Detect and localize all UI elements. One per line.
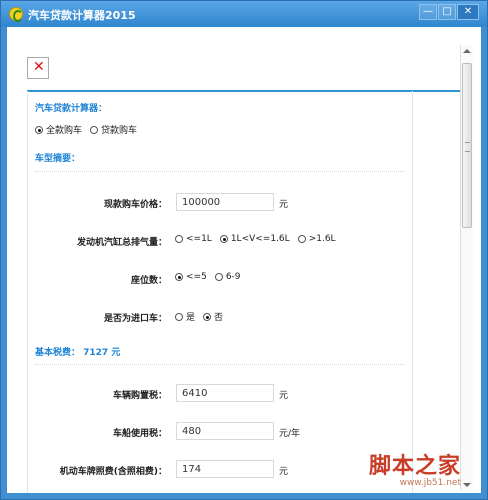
displacement-options: <=1L 1L<V<=1.6L >1.6L [175,234,336,244]
radio-seats-2[interactable]: 6-9 [214,272,241,282]
radio-indicator [175,312,183,321]
radio-label: <=1L [186,234,212,244]
imported-row: 是否为进口车： 是 否 [35,306,405,326]
vehicle-tax-input[interactable]: 480 [176,422,274,440]
radio-indicator [297,235,306,243]
seats-row: 座位数： <=5 6-9 [35,268,405,288]
radio-loan-payment-indicator [90,125,99,134]
scroll-up-icon[interactable] [463,49,471,53]
window-title: 汽车贷款计算器2015 [28,9,136,22]
basic-tax-summary: 基本税费： 7127 元 [35,348,121,358]
radio-indicator [203,312,212,321]
purchase-tax-label: 车辆购置税： [112,391,167,401]
radio-label: 是 [186,313,196,323]
watermark: 脚本之家 www.jb51.net [369,454,461,488]
radio-label: 1L<V<=1.6L [230,234,290,244]
window-bottom-border [1,493,487,499]
radio-seats-1[interactable]: <=5 [175,272,207,282]
registration-fee-unit: 元 [279,467,289,477]
radio-indicator [175,235,183,243]
calculator-header: 汽车贷款计算器： [35,104,108,114]
vehicle-tax-label: 车船使用税： [112,429,167,439]
watermark-site: www.jb51.net [399,478,461,488]
vertical-scrollbar[interactable] [460,45,473,490]
radio-full-payment-label: 全款购车 [46,126,83,136]
radio-indicator [214,273,223,281]
price-unit: 元 [279,200,289,210]
car-summary-header: 车型摘要： [35,154,81,164]
imported-label: 是否为进口车： [103,314,167,324]
radio-full-payment-indicator [35,125,43,134]
imported-options: 是 否 [175,310,223,323]
section-divider [35,364,405,365]
radio-label: 6-9 [225,272,241,282]
seats-options: <=5 6-9 [175,272,241,282]
displacement-label: 发动机汽缸总排气量： [76,238,167,248]
radio-imported-yes[interactable]: 是 [175,310,195,323]
radio-displacement-3[interactable]: >1.6L [297,234,336,244]
price-input[interactable]: 100000 [176,193,274,211]
price-label: 现款购车价格： [103,200,167,210]
app-icon [9,7,23,22]
vehicle-tax-row: 车船使用税： 480 元/年 [35,421,405,441]
radio-indicator [175,273,183,281]
section-divider [35,171,405,172]
scroll-down-icon[interactable] [463,483,471,487]
displacement-row: 发动机汽缸总排气量： <=1L 1L<V<=1.6L >1.6L [35,230,405,250]
radio-full-payment[interactable]: 全款购车 [35,123,82,136]
watermark-title: 脚本之家 [368,453,461,479]
purchase-tax-row: 车辆购置税： 6410 元 [35,383,405,403]
minimize-button[interactable]: — [419,4,437,20]
radio-displacement-1[interactable]: <=1L [175,234,212,244]
app-window: 汽车贷款计算器2015 — □ ✕ ✕ 汽车贷款计算器： 全款购车 贷款购车 车… [0,0,488,500]
purchase-type-options: 全款购车 贷款购车 [35,123,137,136]
radio-label: 否 [214,313,224,323]
purchase-type-row: 全款购车 贷款购车 [35,119,405,137]
client-area: ✕ 汽车贷款计算器： 全款购车 贷款购车 车型摘要： 现款购车价格： 10000… [7,27,481,495]
purchase-tax-unit: 元 [279,391,289,401]
maximize-button[interactable]: □ [438,4,456,20]
purchase-tax-input[interactable]: 6410 [176,384,274,402]
registration-fee-row: 机动车牌照费(含照相费)： 174 元 [35,459,405,479]
radio-displacement-2[interactable]: 1L<V<=1.6L [219,234,290,244]
seats-label: 座位数： [130,276,167,286]
registration-fee-input[interactable]: 174 [176,460,274,478]
radio-indicator [219,235,228,243]
vehicle-tax-unit: 元/年 [279,429,301,439]
broken-image-icon: ✕ [27,57,49,79]
registration-fee-label: 机动车牌照费(含照相费)： [59,467,167,477]
radio-loan-payment[interactable]: 贷款购车 [90,123,137,136]
radio-loan-payment-label: 贷款购车 [101,126,138,136]
radio-label: >1.6L [308,234,336,244]
title-bar: 汽车贷款计算器2015 — □ ✕ [1,1,487,27]
price-row: 现款购车价格： 100000 元 [35,192,405,212]
window-controls: — □ ✕ [419,4,479,20]
radio-imported-no[interactable]: 否 [203,310,223,323]
close-button[interactable]: ✕ [457,4,479,20]
calculator-panel: 汽车贷款计算器： 全款购车 贷款购车 车型摘要： 现款购车价格： 100000 … [27,91,413,495]
radio-label: <=5 [186,272,207,282]
scroll-thumb[interactable] [462,63,472,228]
